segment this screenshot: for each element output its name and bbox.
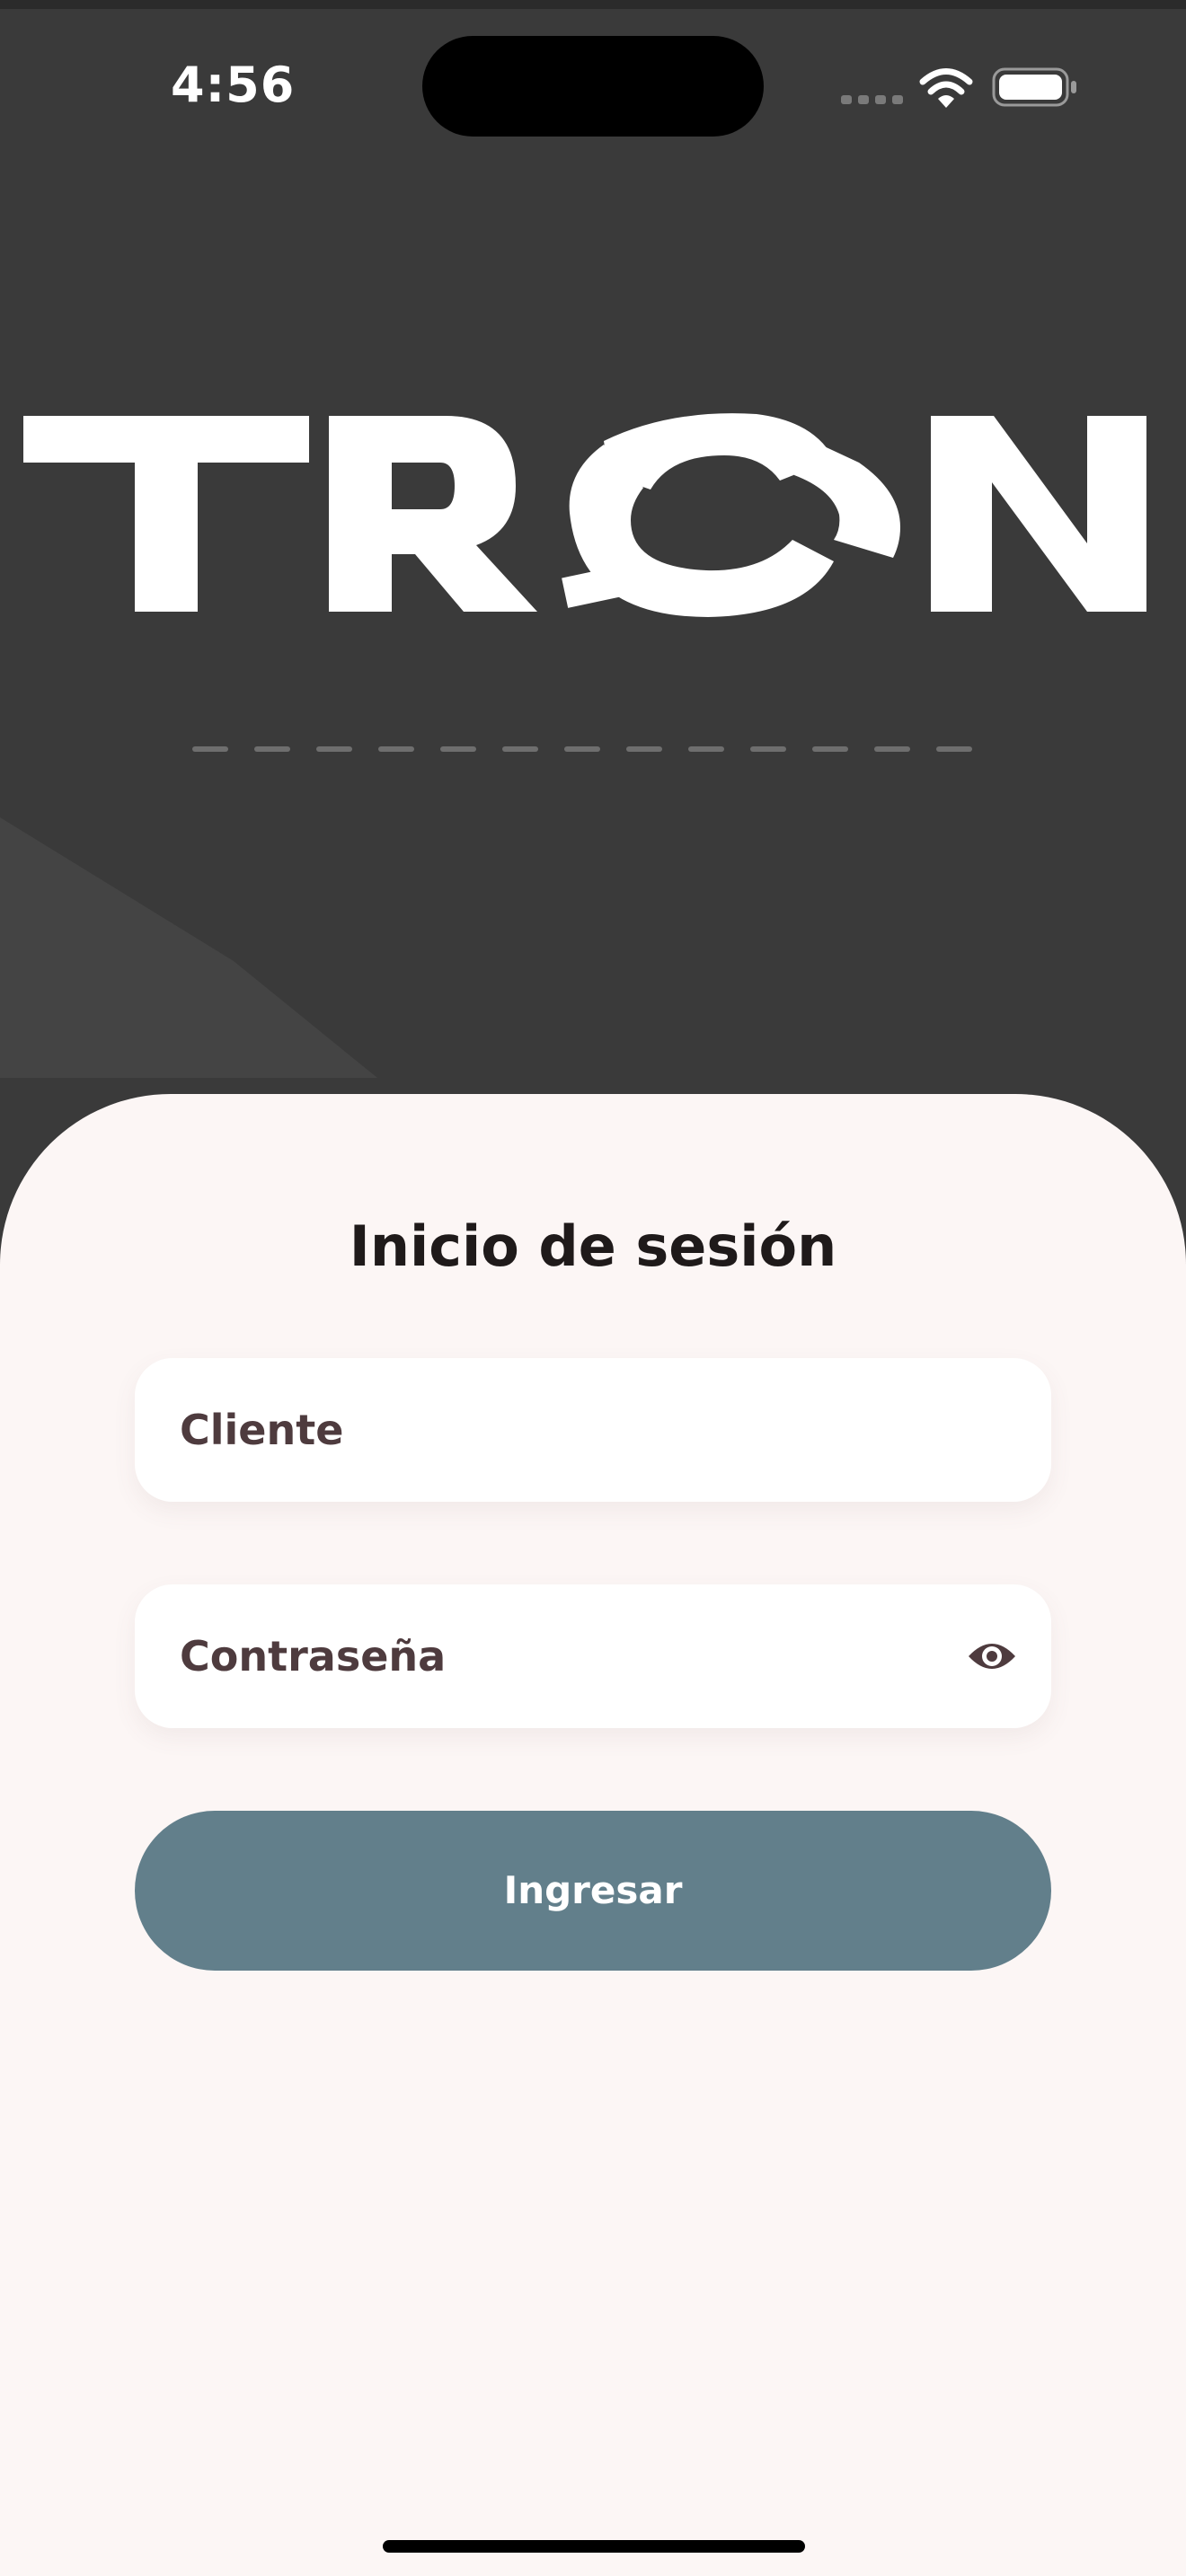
eye-icon[interactable] [967,1635,1017,1678]
battery-icon [992,67,1076,107]
cellular-signal-icon [841,95,903,104]
login-button[interactable]: Ingresar [135,1811,1051,1971]
dynamic-island [422,36,764,137]
top-edge [0,0,1186,9]
status-time: 4:56 [171,57,296,113]
home-indicator [383,2540,805,2553]
tron-logo [23,413,1146,617]
password-field[interactable] [135,1584,1051,1728]
client-field[interactable] [135,1358,1051,1502]
wifi-icon [919,68,973,108]
page-title: Inicio de sesión [349,1213,837,1279]
page-indicator [192,746,972,752]
client-input[interactable] [180,1358,952,1502]
password-input[interactable] [180,1584,952,1728]
login-screen: 4:56 Inicio de sesión Cliente Ingresar [0,0,1186,2576]
login-card: Inicio de sesión Ingresar [0,1094,1186,2576]
